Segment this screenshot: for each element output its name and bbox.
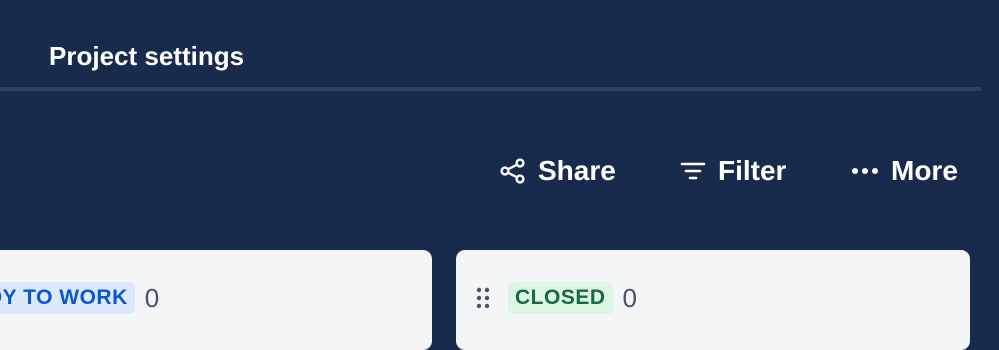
share-icon [500,158,526,184]
board-column-ready-to-work: DY TO WORK 0 [0,250,432,350]
header-divider [0,87,981,91]
share-label: Share [538,155,616,186]
drag-handle-icon[interactable] [476,287,490,309]
column-header[interactable]: DY TO WORK 0 [0,282,159,314]
status-lozenge: DY TO WORK [0,282,135,314]
share-button[interactable]: Share [500,152,616,190]
more-button[interactable]: More [851,152,958,190]
column-header[interactable]: CLOSED 0 [476,282,637,314]
nav-item-project-settings[interactable]: Project settings [49,40,244,72]
board-column-closed: CLOSED 0 [456,250,970,350]
filter-label: Filter [718,155,787,186]
filter-button[interactable]: Filter [680,152,786,190]
issue-count: 0 [622,282,637,313]
issue-count: 0 [144,282,160,313]
status-lozenge: CLOSED [508,282,613,314]
more-label: More [891,155,958,186]
filter-icon [680,160,706,182]
ellipsis-icon [851,167,879,175]
